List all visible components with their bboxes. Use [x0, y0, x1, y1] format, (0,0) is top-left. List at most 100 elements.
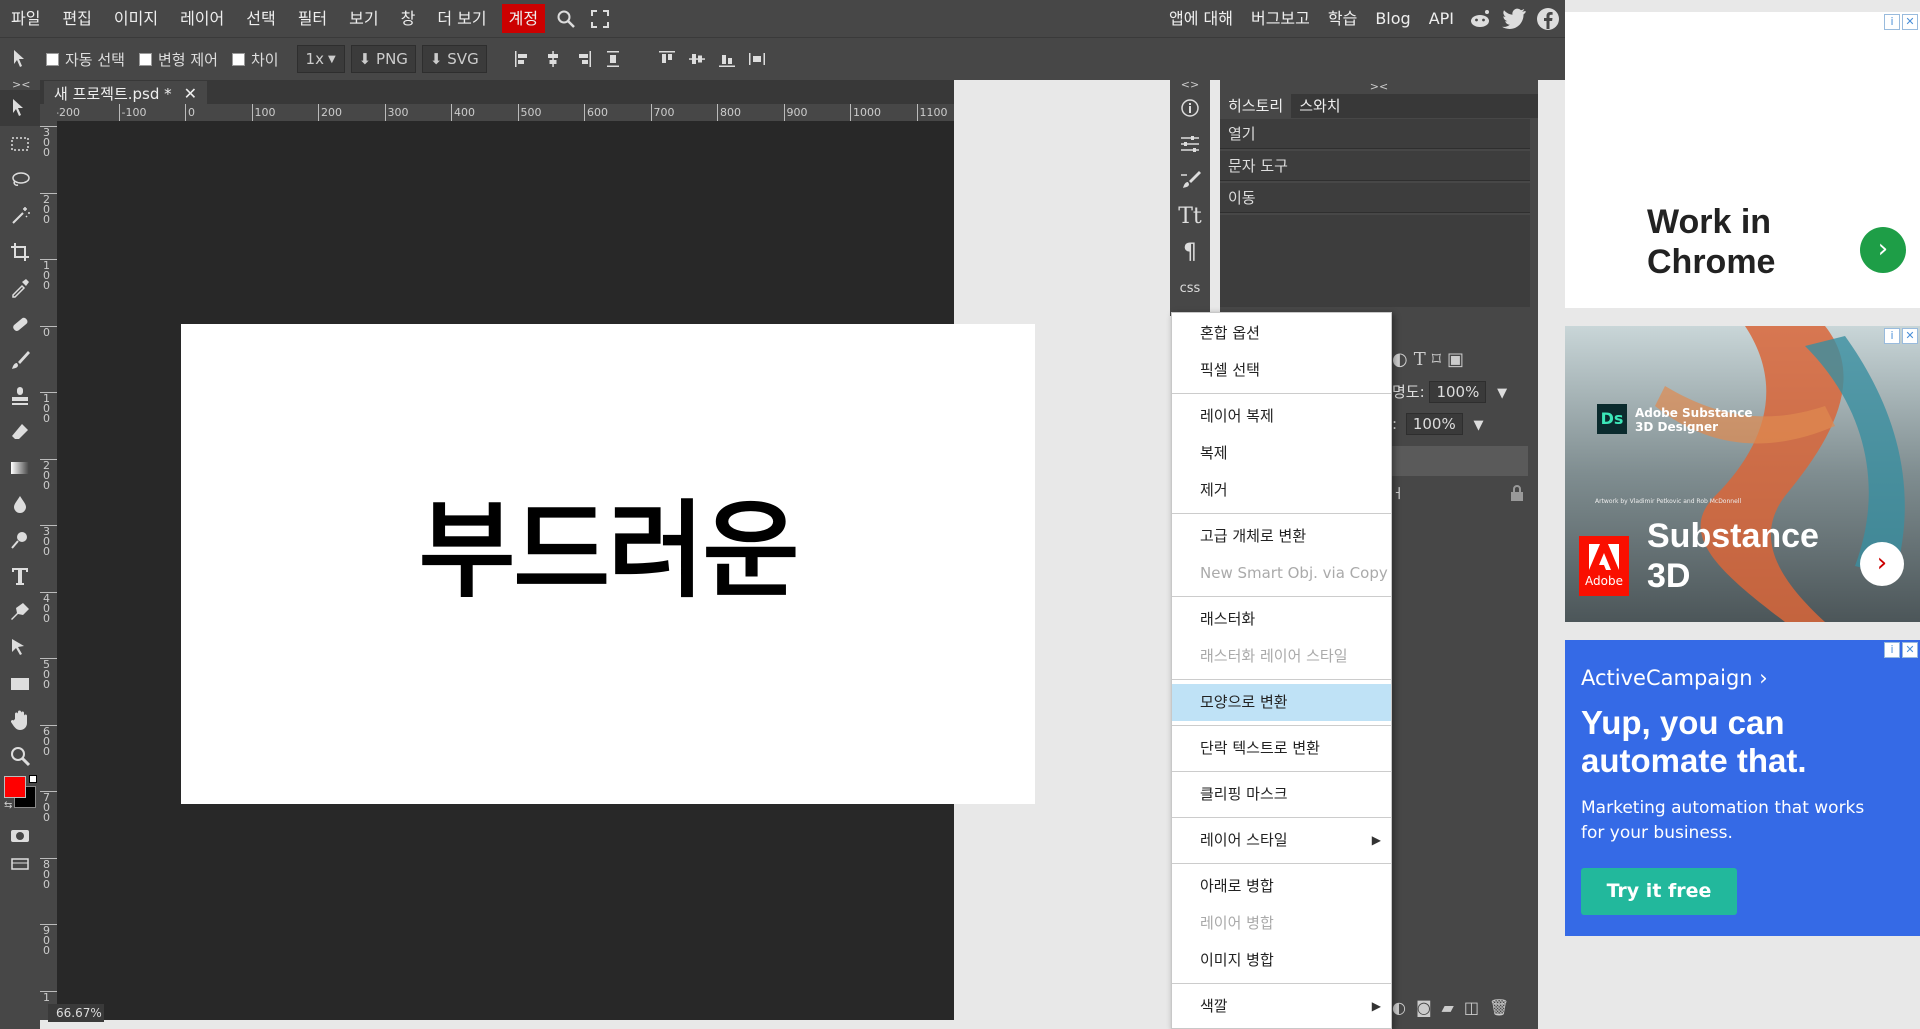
- trash-icon[interactable]: 🗑: [1489, 998, 1509, 1017]
- context-menu-item[interactable]: 픽셀 선택: [1172, 352, 1391, 389]
- tab-swatches[interactable]: 스와치: [1291, 94, 1348, 118]
- context-menu-item[interactable]: 고급 개체로 변환: [1172, 518, 1391, 555]
- opacity-input[interactable]: 100%: [1429, 381, 1487, 403]
- canvas[interactable]: 부드러운: [181, 324, 1035, 804]
- scale-select[interactable]: 1x ▼: [296, 45, 345, 73]
- search-icon[interactable]: [549, 0, 583, 37]
- facebook-icon[interactable]: [1531, 0, 1565, 37]
- ad-substance[interactable]: i ✕ Ds Adobe Substance 3D Designer Artwor…: [1565, 326, 1920, 622]
- shape-filter-icon[interactable]: ⌑: [1432, 349, 1441, 370]
- context-menu-item[interactable]: 레이어 복제: [1172, 398, 1391, 435]
- adjustment-filter-icon[interactable]: ◐: [1392, 349, 1408, 370]
- menu-more[interactable]: 더 보기: [426, 0, 497, 37]
- mask-icon[interactable]: ◙: [1416, 998, 1432, 1017]
- new-layer-icon[interactable]: ◫: [1464, 998, 1479, 1017]
- align-bottom-icon[interactable]: [717, 49, 737, 69]
- default-colors-icon[interactable]: [29, 775, 37, 783]
- screen-mode-button[interactable]: [0, 850, 40, 878]
- transform-controls-checkbox[interactable]: 변형 제어: [138, 49, 218, 70]
- align-center-icon[interactable]: [543, 49, 563, 69]
- swap-colors-icon[interactable]: ⇆: [4, 800, 12, 811]
- ad-cta-button[interactable]: Try it free: [1581, 868, 1737, 915]
- align-top-icon[interactable]: [657, 49, 677, 69]
- context-menu-item[interactable]: 모양으로 변환: [1172, 684, 1391, 721]
- ad-chrome[interactable]: i ✕ Work in Chrome ›: [1565, 12, 1920, 308]
- menu-blog[interactable]: Blog: [1366, 0, 1419, 37]
- context-menu-item[interactable]: 래스터화: [1172, 601, 1391, 638]
- menu-image[interactable]: 이미지: [103, 0, 169, 37]
- tool-eraser[interactable]: [0, 414, 40, 450]
- menu-view[interactable]: 보기: [338, 0, 389, 37]
- ad-info-icon[interactable]: i: [1884, 642, 1900, 658]
- canvas-text-layer[interactable]: 부드러운: [181, 499, 1035, 604]
- menu-learn[interactable]: 학습: [1319, 0, 1366, 37]
- ad-activecampaign[interactable]: i ✕ ActiveCampaign › Yup, you can automat…: [1565, 640, 1920, 936]
- menu-window[interactable]: 창: [390, 0, 427, 37]
- tool-zoom[interactable]: [0, 738, 40, 774]
- tool-marquee[interactable]: [0, 126, 40, 162]
- layer-row-selected[interactable]: [1392, 446, 1528, 476]
- distribute-vertical-icon[interactable]: [747, 49, 767, 69]
- tool-move[interactable]: [0, 90, 40, 126]
- character-icon[interactable]: Tt: [1170, 198, 1210, 234]
- tool-healing[interactable]: [0, 306, 40, 342]
- context-menu-item[interactable]: 이미지 병합: [1172, 942, 1391, 979]
- brush-settings-icon[interactable]: [1170, 162, 1210, 198]
- tool-gradient[interactable]: [0, 450, 40, 486]
- menu-bug-report[interactable]: 버그보고: [1242, 0, 1319, 37]
- menu-account[interactable]: 계정: [501, 4, 546, 33]
- chevron-down-icon[interactable]: ▼: [1497, 386, 1507, 401]
- tool-text[interactable]: [0, 558, 40, 594]
- history-item[interactable]: 문자 도구: [1220, 151, 1530, 181]
- adjustments-icon[interactable]: [1170, 126, 1210, 162]
- context-menu-item[interactable]: 아래로 병합: [1172, 868, 1391, 905]
- context-menu-item[interactable]: 혼합 옵션: [1172, 315, 1391, 352]
- tool-dodge[interactable]: [0, 522, 40, 558]
- ad-choices[interactable]: i ✕: [1884, 328, 1918, 346]
- paragraph-icon[interactable]: ¶: [1170, 234, 1210, 270]
- align-middle-icon[interactable]: [687, 49, 707, 69]
- collapse-toggle-icon[interactable]: ><: [0, 79, 40, 90]
- close-icon[interactable]: ✕: [1902, 14, 1918, 30]
- info-icon[interactable]: [1170, 90, 1210, 126]
- align-right-icon[interactable]: [573, 49, 593, 69]
- tool-eyedropper[interactable]: [0, 270, 40, 306]
- expand-toggle-icon[interactable]: <>: [1170, 79, 1210, 90]
- context-menu-item[interactable]: 레이어 스타일 ▶: [1172, 822, 1391, 859]
- menu-edit[interactable]: 편집: [51, 0, 102, 37]
- menu-filter[interactable]: 필터: [287, 0, 338, 37]
- foreground-color-swatch[interactable]: [4, 776, 26, 798]
- ad-choices[interactable]: i ✕: [1884, 642, 1918, 660]
- text-filter-icon[interactable]: T: [1414, 349, 1426, 370]
- ad-info-icon[interactable]: i: [1884, 328, 1900, 344]
- tool-rectangle[interactable]: [0, 666, 40, 702]
- close-icon[interactable]: ✕: [184, 84, 197, 103]
- context-menu-item[interactable]: 색깔 ▶: [1172, 988, 1391, 1025]
- chevron-down-icon[interactable]: ▼: [1474, 418, 1484, 433]
- ad-choices[interactable]: i ✕: [1884, 14, 1918, 32]
- history-item[interactable]: 이동: [1220, 183, 1530, 213]
- tool-lasso[interactable]: [0, 162, 40, 198]
- ad-info-icon[interactable]: i: [1884, 14, 1900, 30]
- align-left-icon[interactable]: [513, 49, 533, 69]
- tool-pen[interactable]: [0, 594, 40, 630]
- menu-api[interactable]: API: [1420, 0, 1463, 37]
- close-icon[interactable]: ✕: [1902, 642, 1918, 658]
- twitter-icon[interactable]: [1497, 0, 1531, 37]
- layer-row[interactable]: ㅓ: [1392, 483, 1528, 505]
- menu-about[interactable]: 앱에 대해: [1160, 0, 1242, 37]
- context-menu-item[interactable]: 복제: [1172, 435, 1391, 472]
- distances-checkbox[interactable]: 차이: [231, 49, 279, 70]
- tool-clone-stamp[interactable]: [0, 378, 40, 414]
- reddit-icon[interactable]: [1463, 0, 1497, 37]
- context-menu-item[interactable]: 단락 텍스트로 변환: [1172, 730, 1391, 767]
- adjustment-layer-icon[interactable]: ◐: [1392, 998, 1406, 1017]
- fullscreen-icon[interactable]: [583, 0, 617, 37]
- distribute-horizontal-icon[interactable]: [603, 49, 623, 69]
- tool-blur[interactable]: [0, 486, 40, 522]
- auto-select-checkbox[interactable]: 자동 선택: [46, 49, 125, 70]
- folder-icon[interactable]: ▰: [1442, 998, 1454, 1017]
- menu-select[interactable]: 선택: [235, 0, 286, 37]
- fill-input[interactable]: 100%: [1405, 413, 1463, 435]
- menu-file[interactable]: 파일: [0, 0, 51, 37]
